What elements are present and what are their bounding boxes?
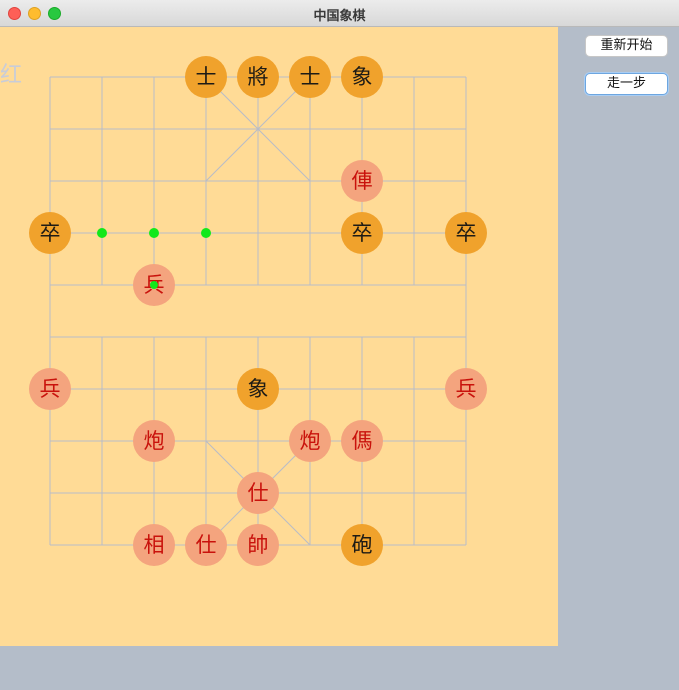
window-title: 中国象棋 — [313, 9, 366, 24]
board-grid — [49, 76, 467, 546]
red-piece[interactable]: 俥 — [341, 160, 383, 202]
selected-piece-marker — [150, 281, 158, 289]
black-piece[interactable]: 卒 — [29, 212, 71, 254]
red-piece[interactable]: 仕 — [185, 524, 227, 566]
black-piece[interactable]: 卒 — [445, 212, 487, 254]
move-hint-dot[interactable] — [149, 228, 159, 238]
red-piece[interactable]: 炮 — [289, 420, 331, 462]
app-window: 中国象棋 红 士將士象俥卒卒卒兵兵象兵炮炮傌仕相仕帥砲 重新开始 走一步 — [0, 0, 679, 690]
title-bar: 中国象棋 — [0, 0, 679, 27]
restart-button[interactable]: 重新开始 — [585, 35, 668, 57]
black-piece[interactable]: 將 — [237, 56, 279, 98]
black-piece[interactable]: 象 — [341, 56, 383, 98]
chess-board[interactable]: 红 士將士象俥卒卒卒兵兵象兵炮炮傌仕相仕帥砲 — [0, 27, 558, 646]
step-button[interactable]: 走一步 — [585, 73, 668, 95]
red-piece[interactable]: 炮 — [133, 420, 175, 462]
black-piece[interactable]: 士 — [289, 56, 331, 98]
turn-indicator: 红 — [0, 63, 23, 88]
move-hint-dot[interactable] — [97, 228, 107, 238]
red-piece[interactable]: 仕 — [237, 472, 279, 514]
move-hint-dot[interactable] — [201, 228, 211, 238]
black-piece[interactable]: 砲 — [341, 524, 383, 566]
red-piece[interactable]: 兵 — [29, 368, 71, 410]
black-piece[interactable]: 卒 — [341, 212, 383, 254]
black-piece[interactable]: 象 — [237, 368, 279, 410]
black-piece[interactable]: 士 — [185, 56, 227, 98]
red-piece[interactable]: 相 — [133, 524, 175, 566]
red-piece[interactable]: 傌 — [341, 420, 383, 462]
red-piece[interactable]: 帥 — [237, 524, 279, 566]
red-piece[interactable]: 兵 — [445, 368, 487, 410]
